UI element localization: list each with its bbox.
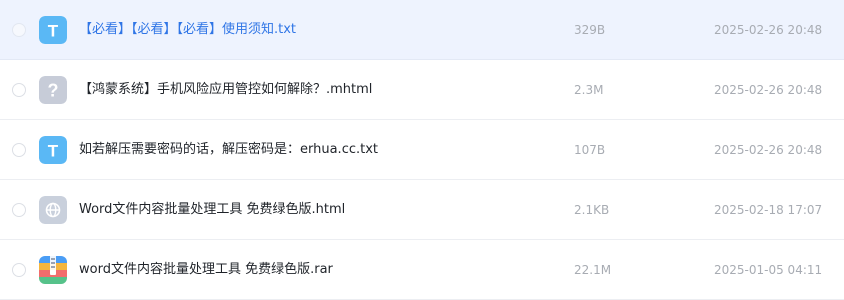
svg-text:?: ? bbox=[48, 81, 59, 101]
file-size: 107B bbox=[574, 143, 606, 157]
file-date: 2025-01-05 04:11 bbox=[714, 263, 823, 277]
file-name[interactable]: 如若解压需要密码的话，解压密码是：erhua.cc.txt bbox=[79, 120, 378, 180]
file-size: 2.1KB bbox=[574, 203, 610, 217]
file-size: 2.3M bbox=[574, 83, 604, 97]
file-row[interactable]: ? 【鸿蒙系统】手机风险应用管控如何解除？.mhtml 2.3M 2025-02… bbox=[0, 60, 844, 120]
row-checkbox[interactable] bbox=[12, 83, 26, 97]
row-checkbox[interactable] bbox=[12, 143, 26, 157]
file-date: 2025-02-26 20:48 bbox=[714, 23, 823, 37]
file-name[interactable]: Word文件内容批量处理工具 免费绿色版.html bbox=[79, 180, 345, 240]
unknown-file-icon: ? bbox=[39, 76, 67, 104]
file-date: 2025-02-26 20:48 bbox=[714, 143, 823, 157]
svg-text:T: T bbox=[48, 22, 59, 41]
row-checkbox[interactable] bbox=[12, 203, 26, 217]
text-file-icon: T bbox=[39, 136, 67, 164]
file-name[interactable]: word文件内容批量处理工具 免费绿色版.rar bbox=[79, 240, 333, 300]
web-file-icon bbox=[39, 196, 67, 224]
text-file-icon: T bbox=[39, 16, 67, 44]
file-row[interactable]: word文件内容批量处理工具 免费绿色版.rar 22.1M 2025-01-0… bbox=[0, 240, 844, 300]
file-row[interactable]: T 如若解压需要密码的话，解压密码是：erhua.cc.txt 107B 202… bbox=[0, 120, 844, 180]
row-checkbox[interactable] bbox=[12, 23, 26, 37]
file-row[interactable]: Word文件内容批量处理工具 免费绿色版.html 2.1KB 2025-02-… bbox=[0, 180, 844, 240]
file-row[interactable]: T 【必看】【必看】【必看】使用须知.txt 329B 2025-02-26 2… bbox=[0, 0, 844, 60]
file-list: T 【必看】【必看】【必看】使用须知.txt 329B 2025-02-26 2… bbox=[0, 0, 844, 300]
row-checkbox[interactable] bbox=[12, 263, 26, 277]
file-name[interactable]: 【必看】【必看】【必看】使用须知.txt bbox=[79, 0, 296, 60]
file-size: 329B bbox=[574, 23, 606, 37]
file-date: 2025-02-18 17:07 bbox=[714, 203, 823, 217]
archive-file-icon bbox=[39, 256, 67, 284]
file-name[interactable]: 【鸿蒙系统】手机风险应用管控如何解除？.mhtml bbox=[79, 60, 372, 120]
svg-text:T: T bbox=[48, 142, 59, 161]
file-date: 2025-02-26 20:48 bbox=[714, 83, 823, 97]
file-size: 22.1M bbox=[574, 263, 612, 277]
